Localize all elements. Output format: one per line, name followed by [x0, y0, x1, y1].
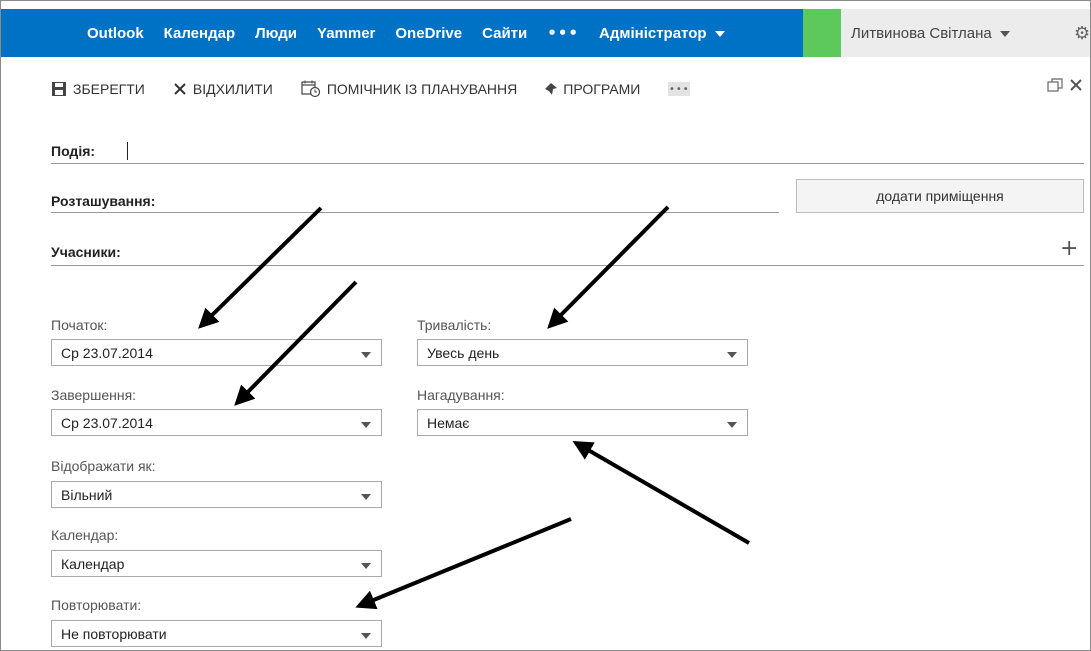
nav-admin-label: Адміністратор — [599, 24, 707, 42]
attendees-input[interactable] — [51, 265, 1084, 266]
apps-button[interactable]: ПРОГРАМИ — [545, 81, 640, 97]
close-window-icon[interactable] — [1069, 77, 1083, 97]
calendar-clock-icon — [301, 80, 321, 98]
scheduling-assistant-label: ПОМІЧНИК ІЗ ПЛАНУВАННЯ — [326, 81, 518, 97]
duration-value: Увесь день — [427, 345, 500, 361]
end-date-value: Ср 23.07.2014 — [61, 415, 153, 431]
reminder-select[interactable]: Немає — [417, 409, 748, 436]
repeat-value: Не повторювати — [61, 626, 167, 642]
save-icon — [51, 81, 67, 97]
chevron-down-icon — [361, 633, 371, 639]
repeat-label: Повторювати: — [51, 597, 142, 613]
arrow-to-reminder — [572, 440, 751, 545]
apps-icon — [545, 83, 558, 95]
event-input[interactable] — [51, 163, 1084, 164]
command-toolbar: ЗБЕРЕГТИ ВІДХИЛИТИ ПОМІЧНИК ІЗ ПЛАНУВАНН… — [51, 77, 691, 101]
show-as-value: Вільний — [61, 487, 113, 503]
event-input-cursor — [127, 142, 128, 160]
reminder-label: Нагадування: — [417, 387, 505, 403]
more-icon[interactable]: ••• — [668, 82, 691, 96]
window-controls — [1047, 77, 1083, 97]
nav-people[interactable]: Люди — [255, 25, 297, 42]
restore-window-icon[interactable] — [1047, 77, 1063, 97]
nav-more-icon[interactable]: ••• — [547, 24, 579, 42]
repeat-select[interactable]: Не повторювати — [51, 620, 382, 647]
add-room-button[interactable]: додати приміщення — [796, 179, 1084, 213]
duration-label: Тривалість: — [417, 317, 492, 333]
chevron-down-icon — [361, 352, 371, 358]
end-label: Завершення: — [51, 387, 137, 403]
start-date-select[interactable]: Ср 23.07.2014 — [51, 339, 382, 366]
reminder-value: Немає — [427, 415, 470, 431]
show-as-select[interactable]: Вільний — [51, 481, 382, 508]
gear-icon[interactable]: ⚙ — [1074, 23, 1090, 44]
start-date-value: Ср 23.07.2014 — [61, 345, 153, 361]
save-label: ЗБЕРЕГТИ — [73, 81, 145, 97]
calendar-value: Календар — [61, 556, 125, 572]
attendees-label: Учасники: — [51, 244, 121, 260]
nav-calendar[interactable]: Календар — [164, 25, 235, 42]
chevron-down-icon — [727, 352, 737, 358]
save-button[interactable]: ЗБЕРЕГТИ — [51, 81, 145, 97]
nav-onedrive[interactable]: OneDrive — [395, 25, 462, 42]
calendar-label: Календар: — [51, 527, 119, 543]
chevron-down-icon — [361, 494, 371, 500]
app-window: Outlook Календар Люди Yammer OneDrive Са… — [0, 0, 1091, 651]
user-menu[interactable]: Литвинова Світлана ⚙ — [841, 9, 1090, 57]
user-name-label: Литвинова Світлана — [851, 25, 992, 42]
calendar-select[interactable]: Календар — [51, 550, 382, 577]
plus-icon[interactable]: + — [1060, 238, 1078, 260]
location-label: Розташування: — [51, 193, 156, 209]
chevron-down-icon — [361, 422, 371, 428]
arrow-to-repeat — [355, 517, 572, 610]
discard-label: ВІДХИЛИТИ — [192, 81, 273, 97]
show-as-label: Відображати як: — [51, 458, 156, 474]
chevron-down-icon — [727, 422, 737, 428]
nav-yammer[interactable]: Yammer — [317, 25, 375, 42]
top-nav: Outlook Календар Люди Yammer OneDrive Са… — [87, 9, 745, 57]
suite-bar: Outlook Календар Люди Yammer OneDrive Са… — [1, 9, 1090, 57]
arrow-to-duration — [547, 205, 670, 329]
start-label: Початок: — [51, 317, 108, 333]
close-icon — [173, 82, 187, 96]
apps-label: ПРОГРАМИ — [563, 81, 641, 97]
scheduling-assistant-button[interactable]: ПОМІЧНИК ІЗ ПЛАНУВАННЯ — [301, 80, 517, 98]
nav-admin[interactable]: Адміністратор — [599, 25, 725, 42]
nav-sites[interactable]: Сайти — [482, 25, 527, 42]
chevron-down-icon — [714, 30, 725, 37]
chevron-down-icon — [999, 31, 1010, 38]
status-indicator — [803, 9, 841, 57]
event-label: Подія: — [51, 143, 96, 159]
user-name[interactable]: Литвинова Світлана — [851, 25, 1010, 42]
arrow-to-start — [198, 206, 323, 329]
location-input[interactable] — [51, 212, 779, 213]
chevron-down-icon — [361, 563, 371, 569]
end-date-select[interactable]: Ср 23.07.2014 — [51, 409, 382, 436]
duration-select[interactable]: Увесь день — [417, 339, 748, 366]
nav-outlook[interactable]: Outlook — [87, 25, 144, 42]
discard-button[interactable]: ВІДХИЛИТИ — [173, 81, 273, 97]
